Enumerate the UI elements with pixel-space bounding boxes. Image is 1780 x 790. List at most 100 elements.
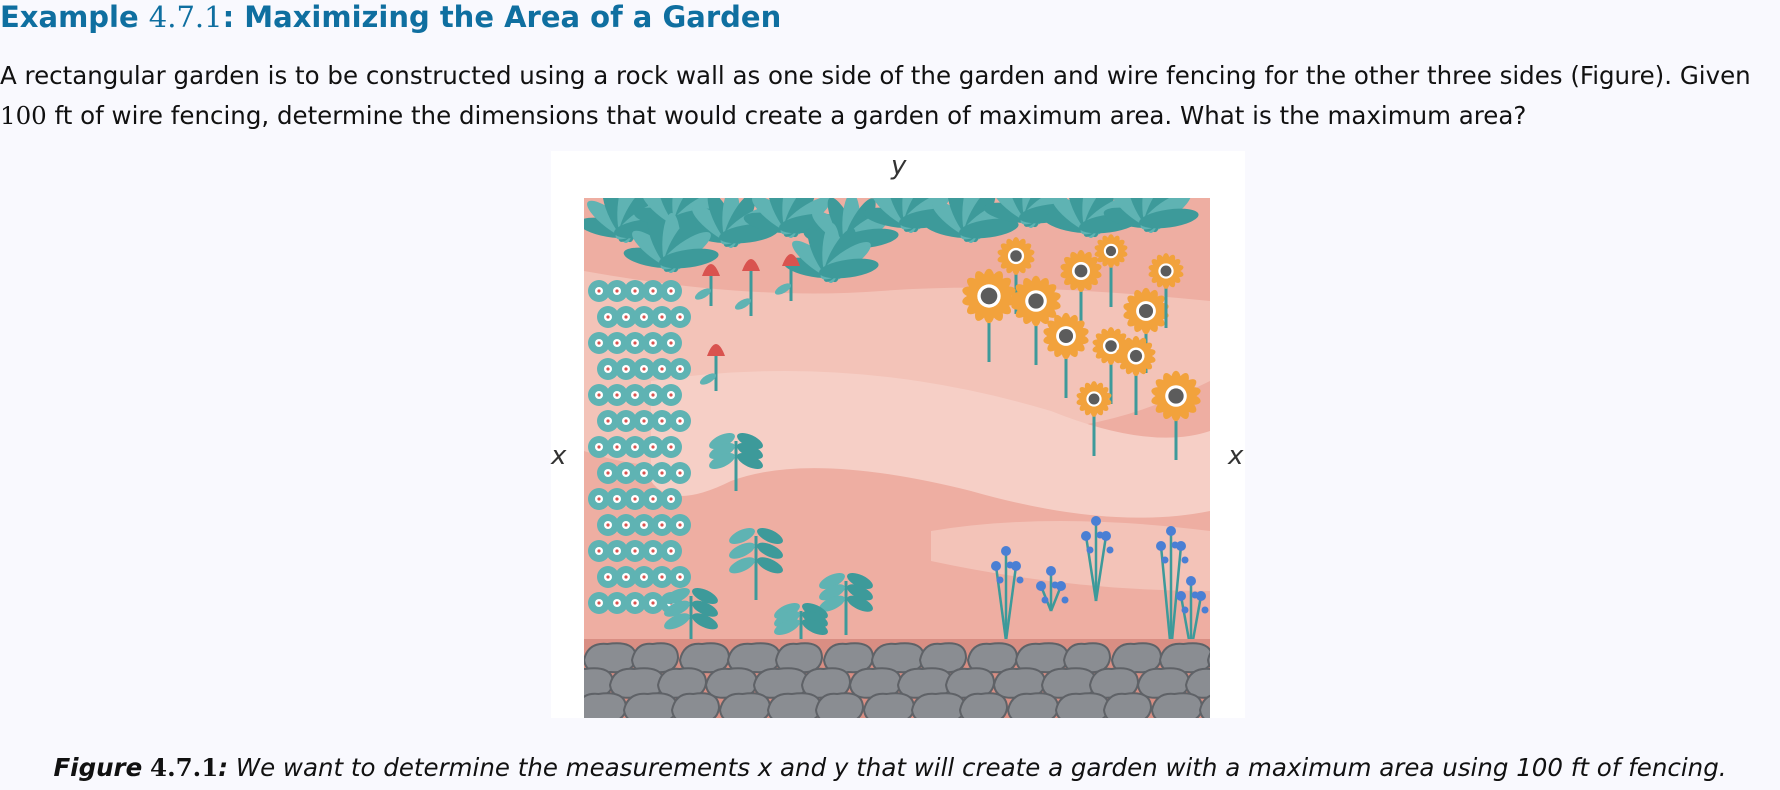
bluebell-bloom bbox=[1176, 541, 1186, 551]
hedge-blossom-center bbox=[660, 419, 664, 423]
hedge-blossom-center bbox=[660, 471, 664, 475]
sunflower-center bbox=[1010, 250, 1022, 262]
caption-text: We want to determine the measurements x … bbox=[228, 753, 1727, 782]
rock bbox=[958, 692, 1009, 718]
hedge-blossom-center bbox=[642, 471, 646, 475]
hedge-blossom-center bbox=[633, 601, 637, 605]
rock bbox=[1150, 692, 1204, 718]
rock bbox=[910, 692, 967, 718]
hedge-blossom-center bbox=[597, 341, 601, 345]
hedge-blossom-center bbox=[615, 601, 619, 605]
bluebell-bloom bbox=[1056, 581, 1066, 591]
sunflower-center bbox=[1138, 303, 1154, 319]
problem-statement: A rectangular garden is to be constructe… bbox=[0, 56, 1780, 136]
bluebell-bloom bbox=[1091, 516, 1101, 526]
sunflower-center bbox=[1160, 265, 1172, 277]
problem-quantity: 100 bbox=[0, 101, 47, 130]
bluebell-bud bbox=[1161, 556, 1169, 564]
bluebell-bloom bbox=[1081, 531, 1091, 541]
problem-text-part1: A rectangular garden is to be constructe… bbox=[0, 61, 1751, 90]
dimension-label-y: y bbox=[891, 151, 907, 181]
bluebell-bloom bbox=[1046, 566, 1056, 576]
rock bbox=[718, 692, 772, 718]
sunflower-center bbox=[980, 287, 998, 305]
hedge-blossom-center bbox=[678, 367, 682, 371]
garden-figure: y x x bbox=[551, 151, 1245, 718]
hedge-blossom-center bbox=[597, 601, 601, 605]
rock bbox=[814, 692, 865, 718]
hedge-blossom-center bbox=[597, 445, 601, 449]
hedge-blossom-center bbox=[615, 393, 619, 397]
rock bbox=[1102, 692, 1153, 718]
bluebell-bloom bbox=[1186, 576, 1196, 586]
dimension-label-x-left: x bbox=[551, 441, 567, 471]
bluebell-bloom bbox=[1011, 561, 1021, 571]
hedge-blossom-center bbox=[678, 419, 682, 423]
hedge-blossom-center bbox=[669, 289, 673, 293]
rock bbox=[1054, 692, 1111, 718]
caption-number: 4.7.1 bbox=[150, 753, 219, 782]
hedge-blossom-center bbox=[633, 289, 637, 293]
example-number: 4.7.1 bbox=[148, 0, 223, 34]
bluebell-bloom bbox=[1166, 526, 1176, 536]
example-title: : Maximizing the Area of a Garden bbox=[222, 0, 782, 34]
hedge-blossom-center bbox=[669, 549, 673, 553]
hedge-blossom-center bbox=[633, 445, 637, 449]
sunflower-center bbox=[1028, 293, 1044, 309]
hedge-blossom-center bbox=[669, 393, 673, 397]
rock bbox=[584, 692, 628, 718]
sunflower-center bbox=[1058, 328, 1074, 344]
rock-wall bbox=[584, 639, 1210, 718]
hedge-blossom-center bbox=[633, 393, 637, 397]
hedge-blossom-center bbox=[678, 523, 682, 527]
bluebell-bud bbox=[996, 576, 1004, 584]
hedge-blossom-center bbox=[633, 549, 637, 553]
hedge-blossom-center bbox=[597, 549, 601, 553]
rock bbox=[862, 692, 916, 718]
hedge-blossom-center bbox=[615, 445, 619, 449]
hedge-blossom-center bbox=[669, 497, 673, 501]
hedge-blossom-center bbox=[597, 497, 601, 501]
hedge-blossom-center bbox=[660, 367, 664, 371]
sunflower-center bbox=[1088, 393, 1100, 405]
hedge-blossom-center bbox=[606, 523, 610, 527]
hedge-blossom-center bbox=[597, 393, 601, 397]
hedge-blossom-center bbox=[642, 419, 646, 423]
hedge-blossom-center bbox=[651, 341, 655, 345]
bluebell-bloom bbox=[1036, 581, 1046, 591]
caption-label: Figure bbox=[53, 753, 143, 782]
bluebell-bud bbox=[1181, 556, 1189, 564]
hedge-blossom-center bbox=[615, 341, 619, 345]
bluebell-bud bbox=[1201, 606, 1209, 614]
figure-caption: Figure 4.7.1: We want to determine the m… bbox=[0, 750, 1780, 786]
bluebell-bloom bbox=[1196, 591, 1206, 601]
hedge-blossom-center bbox=[651, 497, 655, 501]
hedge-blossom-center bbox=[660, 575, 664, 579]
hedge-blossom-center bbox=[624, 419, 628, 423]
bluebell-bud bbox=[1106, 546, 1114, 554]
example-heading: Example 4.7.1: Maximizing the Area of a … bbox=[0, 0, 781, 34]
hedge-blossom-center bbox=[642, 315, 646, 319]
hedge-blossom-center bbox=[660, 523, 664, 527]
hedge-blossom-center bbox=[633, 497, 637, 501]
sunflower-center bbox=[1105, 340, 1117, 352]
hedge-blossom-center bbox=[624, 315, 628, 319]
hedge-blossom-center bbox=[606, 419, 610, 423]
hedge-blossom-center bbox=[597, 289, 601, 293]
hedge-blossom-center bbox=[615, 497, 619, 501]
dimension-label-x-right: x bbox=[1228, 441, 1244, 471]
hedge-blossom-center bbox=[669, 341, 673, 345]
hedge-blossom-center bbox=[651, 549, 655, 553]
hedge-blossom-center bbox=[624, 367, 628, 371]
hedge-blossom-center bbox=[615, 289, 619, 293]
bluebell-bud bbox=[1086, 546, 1094, 554]
bluebell-bud bbox=[1061, 596, 1069, 604]
rock bbox=[1184, 667, 1210, 699]
hedge-blossom-center bbox=[606, 315, 610, 319]
hedge-blossom-center bbox=[642, 523, 646, 527]
bluebell-bloom bbox=[991, 561, 1001, 571]
rock bbox=[1198, 694, 1210, 718]
rock bbox=[766, 692, 823, 718]
sunflower-center bbox=[1105, 245, 1117, 257]
sunflower-center bbox=[1074, 264, 1088, 278]
